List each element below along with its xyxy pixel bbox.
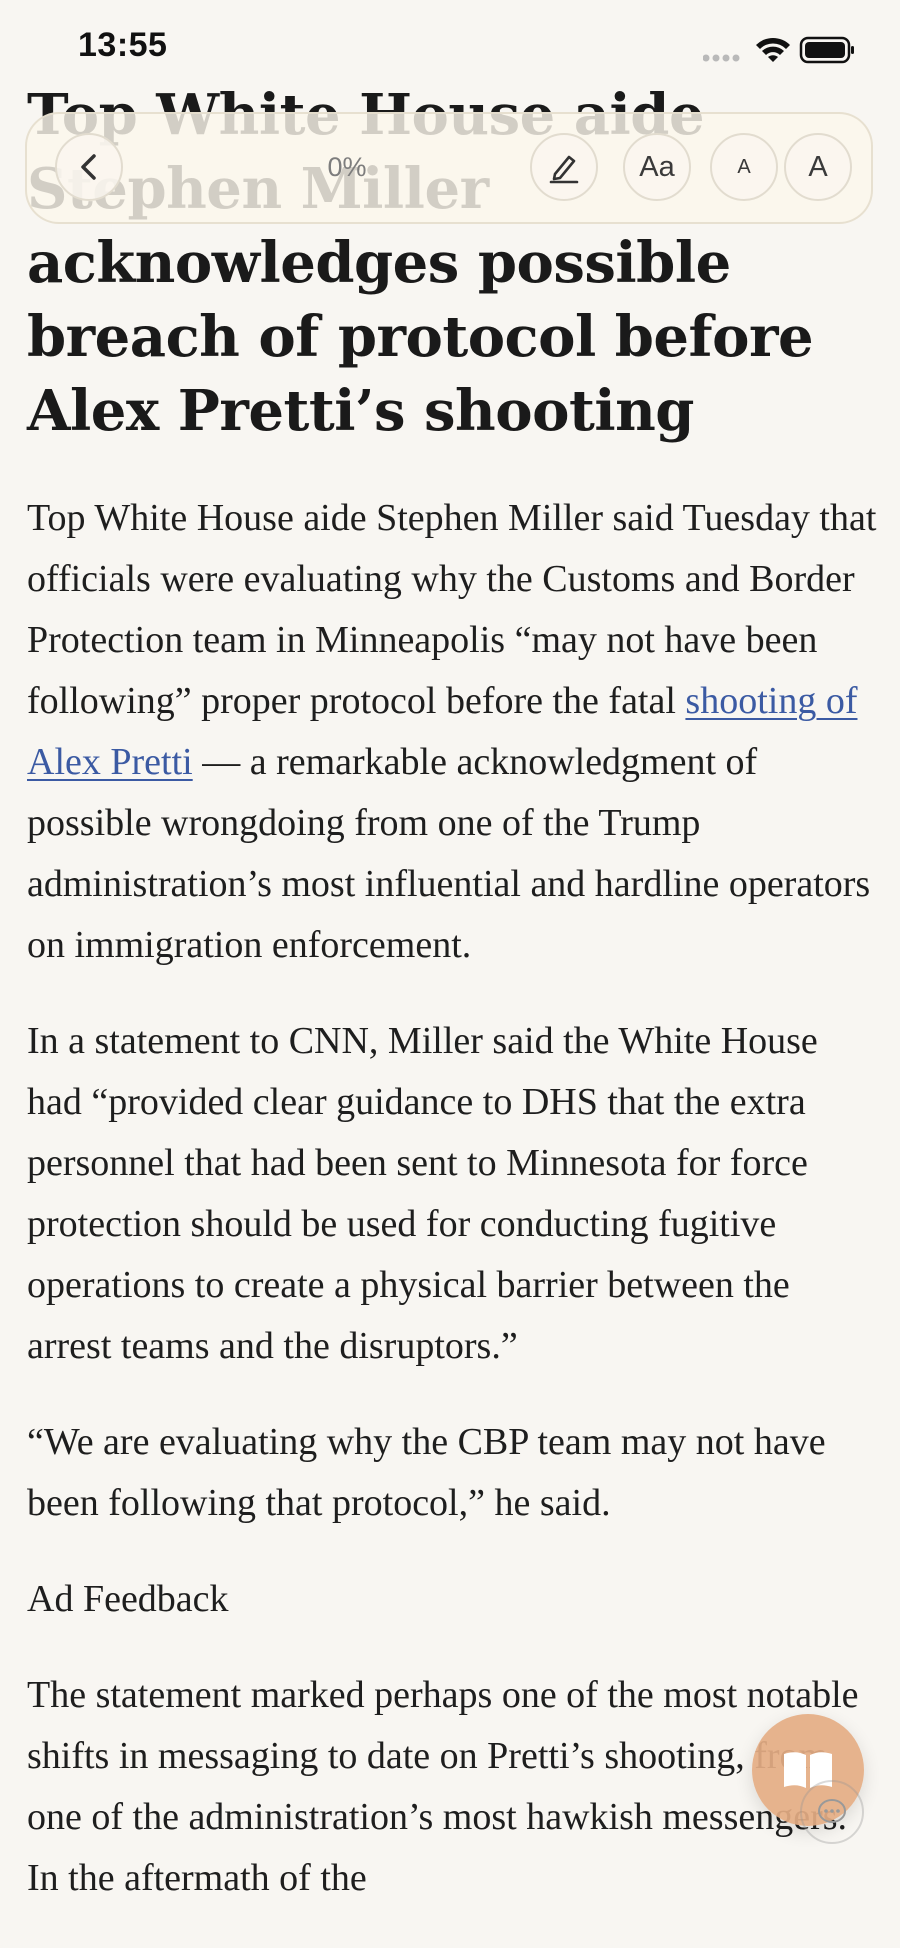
status-icons bbox=[702, 34, 855, 64]
article-paragraph-3: “We are evaluating why the CBP team may … bbox=[27, 1421, 826, 1524]
article-body: Top White House aide Stephen Miller ackn… bbox=[27, 78, 877, 1909]
back-chevron-icon bbox=[81, 154, 96, 180]
article-paragraph-4: The statement marked perhaps one of the … bbox=[27, 1674, 859, 1899]
pencil-icon bbox=[549, 155, 579, 184]
comments-button[interactable] bbox=[800, 1780, 864, 1844]
reading-progress: 0% bbox=[327, 152, 367, 182]
highlight-button[interactable] bbox=[530, 133, 598, 201]
increase-font-label: A bbox=[808, 150, 828, 183]
article-paragraph-1: Top White House aide Stephen Miller said… bbox=[27, 488, 877, 976]
ad-feedback-link[interactable]: Ad Feedback bbox=[27, 1569, 877, 1630]
back-button[interactable] bbox=[55, 133, 123, 201]
status-time: 13:55 bbox=[78, 26, 168, 64]
status-bar: 13:55 bbox=[0, 0, 900, 100]
decrease-font-button[interactable]: A bbox=[710, 133, 778, 201]
chat-bubble-icon bbox=[818, 1799, 846, 1823]
font-size-label: Aa bbox=[639, 150, 675, 183]
article-paragraph-2: In a statement to CNN, Miller said the W… bbox=[27, 1020, 818, 1367]
decrease-font-label: A bbox=[737, 155, 751, 178]
battery-icon bbox=[799, 36, 854, 64]
increase-font-button[interactable]: A bbox=[784, 133, 852, 201]
reader-toolbar: 0% Aa A A bbox=[25, 112, 873, 224]
font-size-button[interactable]: Aa bbox=[623, 133, 691, 201]
signal-dots-icon bbox=[702, 54, 740, 62]
wifi-icon bbox=[756, 37, 790, 62]
